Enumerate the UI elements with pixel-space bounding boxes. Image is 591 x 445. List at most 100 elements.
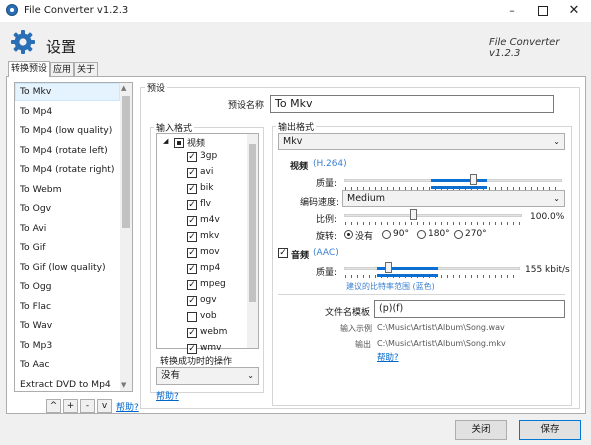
format-checkbox[interactable]: ✓ <box>187 200 197 210</box>
rotate-label: 旋转: <box>316 232 338 242</box>
format-label: m4v <box>200 215 220 225</box>
scroll-up-icon[interactable]: ▲ <box>121 84 126 92</box>
speed-dropdown[interactable]: Medium ⌄ <box>342 190 565 207</box>
audio-quality-slider[interactable] <box>385 262 392 273</box>
preset-item[interactable]: To Mp4 <box>20 106 52 117</box>
preset-item[interactable]: To Aac <box>20 359 50 370</box>
preset-help-link[interactable]: 帮助? <box>116 400 139 413</box>
format-label: mpeg <box>200 279 226 289</box>
format-checkbox[interactable]: ✓ <box>187 328 197 338</box>
format-checkbox[interactable]: ✓ <box>187 248 197 258</box>
video-category-checkbox[interactable] <box>174 138 184 148</box>
chevron-down-icon: ⌄ <box>553 194 560 203</box>
preset-item[interactable]: To Ogg <box>20 281 52 292</box>
minimize-icon[interactable]: – <box>497 0 527 22</box>
audio-range-marker <box>377 274 438 277</box>
output-format-title: 输出格式 <box>276 120 317 133</box>
add-preset-button[interactable]: + <box>63 399 78 413</box>
tab-application[interactable]: 应用 <box>50 62 74 76</box>
format-checkbox[interactable]: ✓ <box>187 152 197 162</box>
preset-item[interactable]: To Gif <box>20 242 46 253</box>
scale-slider[interactable] <box>410 209 418 220</box>
format-checkbox[interactable]: ✓ <box>187 296 197 306</box>
format-checkbox[interactable]: ✓ <box>187 168 197 178</box>
preset-item[interactable]: To Mp3 <box>20 340 52 351</box>
format-checkbox[interactable]: ✓ <box>187 184 197 194</box>
audio-label: 音频 <box>291 251 310 261</box>
input-help-link[interactable]: 帮助? <box>156 389 179 402</box>
collapse-icon[interactable]: ◢ <box>163 137 168 145</box>
audio-codec: (AAC) <box>313 248 339 258</box>
preset-item[interactable]: To Gif (low quality) <box>20 262 106 273</box>
input-format-scroll-thumb[interactable] <box>249 144 256 302</box>
format-label: ogv <box>200 295 217 305</box>
scroll-down-icon[interactable]: ▼ <box>121 381 126 389</box>
rotate-none-label: 没有 <box>355 232 374 242</box>
rotate-180-radio[interactable] <box>417 230 426 239</box>
template-label: 文件名模板 <box>325 308 371 318</box>
video-label: 视频 <box>290 162 309 172</box>
format-checkbox[interactable]: ✓ <box>187 344 197 354</box>
rotate-180-label: 180° <box>428 229 450 239</box>
audio-quality-value: 155 kbit/s <box>525 265 570 275</box>
rotate-90-radio[interactable] <box>382 230 391 239</box>
preset-item[interactable]: To Mp4 (low quality) <box>20 125 112 136</box>
input-example-value: C:\Music\Artist\Album\Song.wav <box>377 323 505 332</box>
video-category-label: 视频 <box>187 139 206 149</box>
video-recommended-range <box>431 179 487 182</box>
speed-label: 编码速度: <box>300 198 340 208</box>
preset-item[interactable]: To Mp4 (rotate left) <box>20 145 108 156</box>
preset-item[interactable]: To Flac <box>20 301 51 312</box>
preset-item[interactable]: To Webm <box>20 184 62 195</box>
gear-icon <box>11 30 35 54</box>
video-quality-slider[interactable] <box>469 174 477 185</box>
template-input[interactable]: (p)(f) <box>374 300 565 318</box>
format-label: mp4 <box>200 263 221 273</box>
window-title: File Converter v1.2.3 <box>24 5 129 16</box>
format-label: avi <box>200 167 214 177</box>
on-success-dropdown[interactable]: 没有 ⌄ <box>156 367 259 385</box>
preset-item[interactable]: To Wav <box>20 320 52 331</box>
chevron-down-icon: ⌄ <box>247 371 254 380</box>
format-checkbox[interactable]: ✓ <box>187 280 197 290</box>
format-label: mov <box>200 247 220 257</box>
preset-name-input[interactable]: To Mkv <box>270 95 554 113</box>
video-codec: (H.264) <box>313 159 347 169</box>
tab-about[interactable]: 关于 <box>74 62 98 76</box>
preset-item[interactable]: To Mp4 (rotate right) <box>20 164 114 175</box>
format-checkbox[interactable]: ✓ <box>187 232 197 242</box>
preset-list-scroll-thumb[interactable] <box>122 96 130 228</box>
bitrate-hint: 建议的比特率范围 (蓝色) <box>346 282 435 291</box>
preset-item[interactable]: Extract DVD to Mp4 <box>20 379 111 390</box>
close-icon[interactable]: ✕ <box>559 0 589 22</box>
save-button[interactable]: 保存 <box>519 420 581 440</box>
output-format-dropdown[interactable]: Mkv ⌄ <box>278 133 565 150</box>
scale-label: 比例: <box>316 215 338 225</box>
maximize-icon[interactable] <box>528 0 558 22</box>
format-label: vob <box>200 311 217 321</box>
remove-preset-button[interactable]: - <box>80 399 95 413</box>
rotate-270-radio[interactable] <box>454 230 463 239</box>
move-up-button[interactable]: ^ <box>46 399 61 413</box>
format-label: bik <box>200 183 214 193</box>
format-checkbox[interactable] <box>187 312 197 322</box>
preset-item[interactable]: To Mkv <box>20 86 51 97</box>
format-checkbox[interactable]: ✓ <box>187 216 197 226</box>
rotate-none-radio[interactable] <box>344 230 353 239</box>
preset-group-title: 预设 <box>145 81 168 94</box>
settings-title: 设置 <box>46 38 77 56</box>
output-help-link[interactable]: 帮助? <box>377 351 399 363</box>
preset-item[interactable]: To Ogv <box>20 203 51 214</box>
format-label: wmv <box>200 343 222 353</box>
output-example-label: 输出 <box>355 340 371 349</box>
format-checkbox[interactable]: ✓ <box>187 264 197 274</box>
rotate-90-label: 90° <box>393 229 409 239</box>
tab-presets[interactable]: 转换预设 <box>8 61 50 77</box>
format-label: flv <box>200 199 211 209</box>
preset-item[interactable]: To Avi <box>20 223 46 234</box>
close-button[interactable]: 关闭 <box>455 420 507 440</box>
chevron-down-icon: ⌄ <box>553 137 560 146</box>
audio-checkbox[interactable]: ✓ <box>278 248 288 258</box>
app-version: File Converter v1.2.3 <box>489 37 560 59</box>
move-down-button[interactable]: v <box>97 399 112 413</box>
